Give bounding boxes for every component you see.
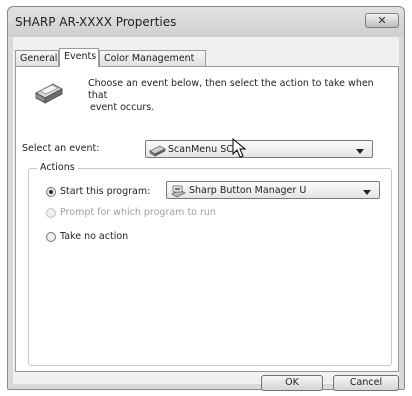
actions-legend: Actions [37, 162, 78, 173]
dialog-client-area: General Events Color Management Choose a… [13, 37, 399, 391]
ok-button[interactable]: OK [261, 375, 323, 391]
program-icon [171, 185, 186, 198]
select-event-label: Select an event: [22, 143, 100, 154]
scanner-icon [35, 83, 63, 104]
program-select-dropdown[interactable]: Sharp Button Manager U [166, 181, 380, 199]
scanner-small-icon [149, 145, 166, 157]
close-icon: ✕ [377, 14, 387, 27]
no-action-radio[interactable] [46, 232, 56, 242]
selected-event-value: ScanMenu SC1 [168, 144, 239, 155]
prompt-program-option: Prompt for which program to run [46, 207, 246, 221]
events-instructions: Choose an event below, then select the a… [88, 78, 374, 113]
tab-color-management[interactable]: Color Management [99, 50, 206, 66]
tab-general[interactable]: General [15, 50, 59, 66]
event-select-dropdown[interactable]: ScanMenu SC1 [145, 140, 373, 158]
program-value: Sharp Button Manager U [189, 185, 307, 196]
prompt-program-label: Prompt for which program to run [60, 207, 216, 218]
title-bar[interactable]: SHARP AR-XXXX Properties ✕ [8, 7, 404, 37]
actions-group: Actions Start this program: Sharp Button… [28, 162, 392, 366]
start-program-label: Start this program: [60, 186, 151, 197]
tab-events[interactable]: Events [59, 48, 99, 67]
mouse-pointer-icon [232, 138, 246, 158]
no-action-label: Take no action [60, 231, 129, 242]
chevron-down-icon[interactable] [363, 190, 371, 195]
close-button[interactable]: ✕ [365, 13, 399, 28]
events-tab-panel: Choose an event below, then select the a… [15, 66, 399, 372]
properties-dialog: SHARP AR-XXXX Properties ✕ General Event… [7, 6, 405, 391]
prompt-program-radio [46, 208, 56, 218]
cancel-button[interactable]: Cancel [333, 375, 399, 391]
window-title: SHARP AR-XXXX Properties [15, 15, 177, 29]
chevron-down-icon[interactable] [356, 149, 364, 154]
no-action-option[interactable]: Take no action [46, 231, 166, 245]
start-program-radio[interactable] [46, 187, 56, 197]
